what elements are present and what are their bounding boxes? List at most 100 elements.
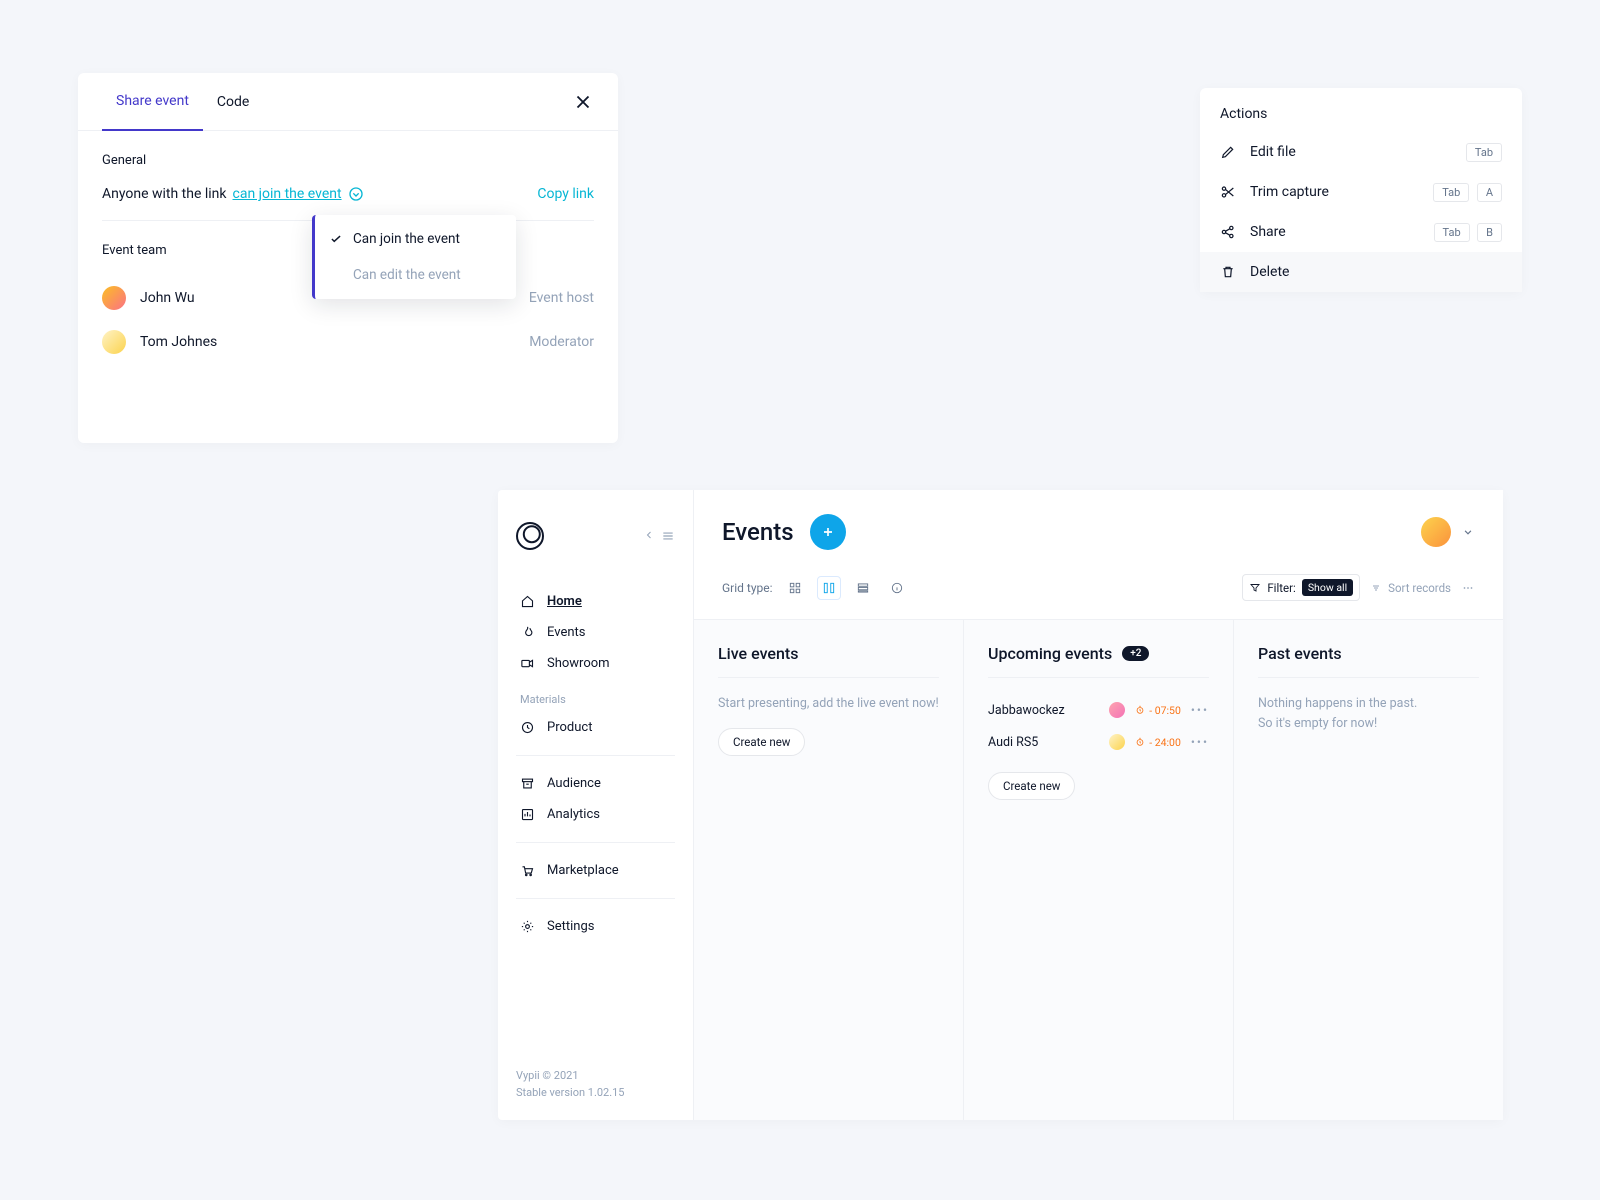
team-member-row: Tom Johnes Moderator: [102, 320, 594, 364]
pencil-icon: [1220, 144, 1236, 160]
team-member-role: Event host: [529, 290, 594, 306]
footer-copyright: Vypii © 2021: [516, 1067, 675, 1085]
nav-label: Showroom: [547, 656, 610, 671]
event-time: - 07:50: [1135, 704, 1181, 717]
avatar: [102, 330, 126, 354]
nav-home[interactable]: Home: [516, 586, 675, 617]
nav-label: Audience: [547, 776, 601, 791]
nav-settings[interactable]: Settings: [516, 911, 675, 942]
sort-records-button[interactable]: Sort records: [1370, 581, 1451, 595]
tab-share-event[interactable]: Share event: [102, 73, 203, 131]
menu-icon[interactable]: [661, 529, 675, 543]
create-new-button[interactable]: Create new: [988, 772, 1075, 800]
filter-control[interactable]: Filter: Show all: [1242, 574, 1360, 601]
action-trim-capture[interactable]: Trim capture Tab A: [1200, 172, 1522, 212]
kbd-tab: Tab: [1433, 183, 1469, 202]
event-row[interactable]: Jabbawockez - 07:50 •••: [988, 694, 1209, 726]
main-content: Events Grid type:: [694, 490, 1503, 1120]
nav-audience[interactable]: Audience: [516, 768, 675, 799]
kbd-tab: Tab: [1466, 143, 1502, 162]
dropdown-option-edit[interactable]: Can edit the event: [315, 257, 516, 293]
sort-label: Sort records: [1388, 581, 1451, 595]
close-icon[interactable]: [572, 91, 594, 113]
home-icon: [520, 594, 535, 609]
clock-icon: [520, 720, 535, 735]
nav-marketplace[interactable]: Marketplace: [516, 855, 675, 886]
nav-label: Marketplace: [547, 863, 619, 878]
event-row[interactable]: Audi RS5 - 24:00 •••: [988, 726, 1209, 758]
team-member-name: John Wu: [140, 290, 195, 306]
share-icon: [1220, 224, 1236, 240]
grid-type-label: Grid type:: [722, 581, 773, 595]
scissors-icon: [1220, 184, 1236, 200]
column-title: Past events: [1258, 644, 1479, 663]
view-columns-button[interactable]: [817, 576, 841, 600]
events-columns: Live events Start presenting, add the li…: [694, 619, 1503, 1120]
flame-icon: [520, 625, 535, 640]
action-delete[interactable]: Delete: [1200, 252, 1522, 292]
column-empty-text: Start presenting, add the live event now…: [718, 694, 939, 714]
nav-label: Analytics: [547, 807, 600, 822]
nav-events[interactable]: Events: [516, 617, 675, 648]
more-icon[interactable]: •••: [1191, 703, 1209, 717]
column-live-events: Live events Start presenting, add the li…: [694, 620, 964, 1120]
nav-section-materials: Materials: [520, 693, 671, 706]
nav-product[interactable]: Product: [516, 712, 675, 743]
avatar: [1109, 702, 1125, 718]
avatar: [1109, 734, 1125, 750]
user-menu[interactable]: [1421, 517, 1475, 547]
nav-analytics[interactable]: Analytics: [516, 799, 675, 830]
chevron-left-icon[interactable]: [643, 529, 655, 543]
nav-label: Settings: [547, 919, 594, 934]
cart-icon: [520, 863, 535, 878]
actions-menu: Actions Edit file Tab Trim capture Tab A…: [1200, 88, 1522, 292]
access-dropdown-menu: Can join the event Can edit the event: [312, 215, 516, 299]
avatar: [1421, 517, 1451, 547]
page-title: Events: [722, 518, 794, 546]
view-grid-button[interactable]: [783, 576, 807, 600]
archive-icon: [520, 776, 535, 791]
kbd-tab: Tab: [1434, 223, 1470, 242]
filter-icon: [1249, 582, 1261, 594]
event-name: Jabbawockez: [988, 703, 1065, 718]
event-time: - 24:00: [1135, 736, 1181, 749]
footer-version: Stable version 1.02.15: [516, 1084, 675, 1102]
count-badge: +2: [1122, 646, 1149, 661]
action-edit-file[interactable]: Edit file Tab: [1200, 132, 1522, 172]
share-event-panel: Share event Code General Anyone with the…: [78, 73, 618, 443]
main-header: Events Grid type:: [694, 490, 1503, 619]
team-member-role: Moderator: [529, 334, 594, 350]
kbd-b: B: [1477, 223, 1502, 242]
event-name: Audi RS5: [988, 735, 1038, 750]
actions-menu-title: Actions: [1200, 88, 1522, 132]
team-member-name: Tom Johnes: [140, 334, 217, 350]
copy-link-button[interactable]: Copy link: [537, 186, 594, 202]
more-icon[interactable]: [1461, 581, 1475, 595]
filter-value: Show all: [1302, 579, 1353, 596]
action-label: Share: [1250, 224, 1286, 240]
trash-icon: [1220, 264, 1236, 280]
logo-icon: [516, 522, 544, 550]
nav-label: Home: [547, 594, 582, 609]
action-label: Trim capture: [1250, 184, 1329, 200]
view-list-button[interactable]: [851, 576, 875, 600]
add-event-button[interactable]: [810, 514, 846, 550]
gear-icon: [520, 919, 535, 934]
column-title: Live events: [718, 644, 939, 663]
more-icon[interactable]: •••: [1191, 735, 1209, 749]
view-info-button[interactable]: [885, 576, 909, 600]
create-new-button[interactable]: Create new: [718, 728, 805, 756]
column-empty-text: Nothing happens in the past. So it's emp…: [1258, 694, 1479, 734]
chevron-down-icon: [1461, 525, 1475, 539]
column-past-events: Past events Nothing happens in the past.…: [1234, 620, 1503, 1120]
dropdown-option-join[interactable]: Can join the event: [315, 221, 516, 257]
tab-code[interactable]: Code: [203, 74, 263, 130]
sidebar: Home Events Showroom Materials Product A…: [498, 490, 694, 1120]
nav-showroom[interactable]: Showroom: [516, 648, 675, 679]
column-upcoming-events: Upcoming events +2 Jabbawockez - 07:50 •…: [964, 620, 1234, 1120]
dropdown-option-edit-label: Can edit the event: [353, 267, 461, 283]
link-access-dropdown[interactable]: can join the event: [233, 186, 342, 202]
chevron-down-icon[interactable]: [348, 186, 364, 202]
sort-icon: [1370, 582, 1382, 594]
action-share[interactable]: Share Tab B: [1200, 212, 1522, 252]
